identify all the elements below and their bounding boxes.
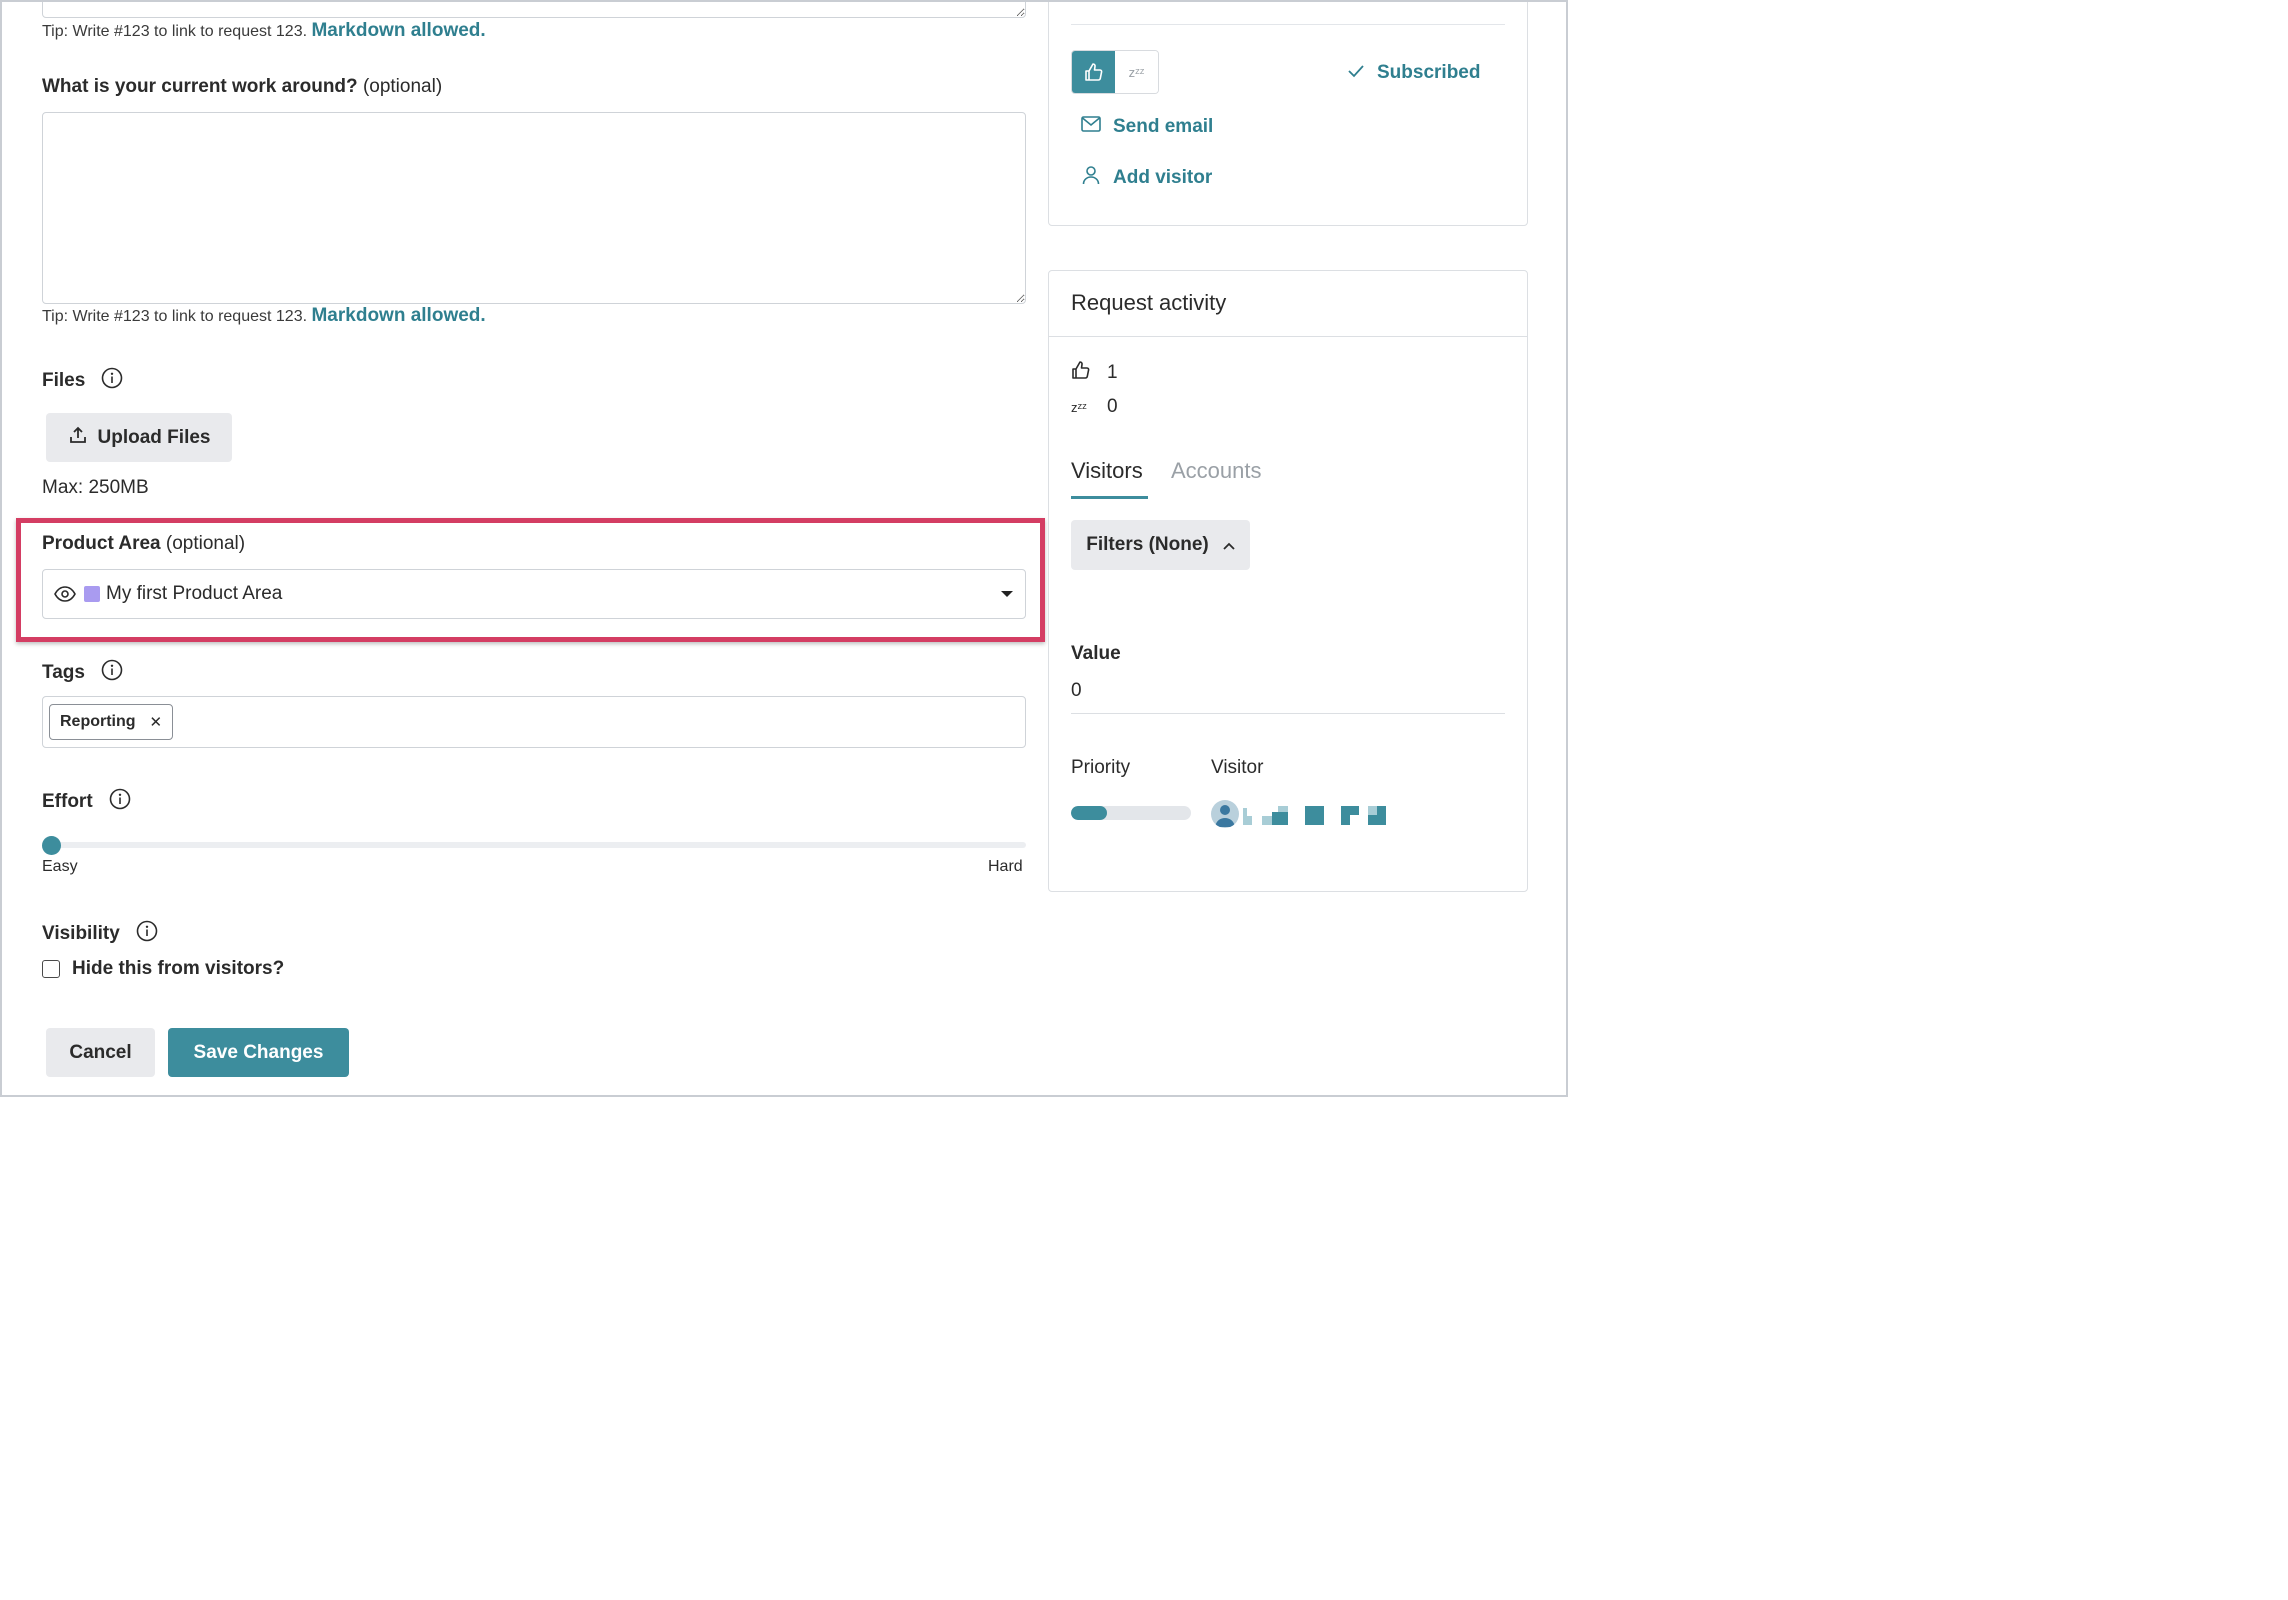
priority-bar-fill: [1071, 806, 1107, 820]
vote-toggle-group: zᶻᶻ: [1071, 50, 1159, 94]
snooze-button[interactable]: zᶻᶻ: [1115, 51, 1158, 93]
tip-label: Tip: Write #123 to link to request 123.: [42, 308, 308, 325]
close-icon[interactable]: ✕: [150, 713, 163, 731]
add-visitor-label: Add visitor: [1113, 167, 1213, 188]
product-area-select[interactable]: My first Product Area: [42, 569, 1026, 619]
tag-chip: Reporting ✕: [49, 704, 174, 740]
info-icon[interactable]: [109, 788, 131, 816]
optional-tag: (optional): [362, 76, 443, 97]
priority-bar: [1071, 806, 1191, 820]
chevron-down-icon: [1001, 591, 1013, 597]
send-email-link[interactable]: Send email: [1081, 116, 1213, 138]
tags-input[interactable]: Reporting ✕: [42, 696, 1026, 748]
visibility-label: Visibility: [42, 920, 158, 948]
effort-slider-track[interactable]: [52, 842, 1026, 848]
tip-text-1: Tip: Write #123 to link to request 123. …: [42, 20, 486, 42]
thumbs-up-icon: [1071, 360, 1091, 386]
product-area-color-swatch: [84, 586, 100, 602]
hide-from-visitors-checkbox[interactable]: [42, 960, 60, 978]
files-label: Files: [42, 367, 123, 395]
eye-icon: [54, 586, 76, 602]
hide-from-visitors-row: Hide this from visitors?: [42, 958, 284, 980]
send-email-label: Send email: [1113, 116, 1214, 137]
info-icon[interactable]: [101, 659, 123, 687]
effort-slider-handle[interactable]: [42, 836, 61, 855]
user-icon: [1081, 165, 1101, 191]
max-size-text: Max: 250MB: [42, 477, 149, 498]
thumbs-up-icon: [1084, 63, 1102, 81]
snooze-count: 0: [1107, 396, 1118, 417]
divider: [1049, 336, 1527, 337]
upvote-count: 1: [1107, 362, 1118, 383]
check-icon: [1347, 62, 1365, 84]
files-label-text: Files: [42, 370, 86, 391]
product-area-label-text: Product Area: [42, 533, 161, 554]
request-actions-card: [1048, 0, 1528, 226]
info-icon[interactable]: [136, 920, 158, 948]
mail-icon: [1081, 116, 1101, 138]
effort-label-text: Effort: [42, 791, 93, 812]
chevron-up-icon: [1223, 534, 1235, 556]
tab-visitors[interactable]: Visitors: [1071, 458, 1143, 484]
visitor-column-header: Visitor: [1211, 757, 1264, 778]
subscribed-label: Subscribed: [1377, 62, 1481, 83]
upvote-count-row: 1: [1071, 360, 1118, 386]
tags-label: Tags: [42, 659, 123, 687]
info-icon[interactable]: [101, 367, 123, 395]
thumbs-up-button[interactable]: [1072, 51, 1115, 93]
value-label: Value: [1071, 643, 1121, 664]
effort-max-label: Hard: [988, 858, 1023, 875]
markdown-link[interactable]: Markdown allowed.: [311, 305, 485, 326]
upload-files-button[interactable]: Upload Files: [46, 413, 232, 462]
request-activity-title: Request activity: [1071, 290, 1227, 315]
add-visitor-link[interactable]: Add visitor: [1081, 165, 1212, 191]
effort-label: Effort: [42, 788, 131, 816]
filters-label: Filters (None): [1086, 534, 1209, 555]
product-area-selected-value: My first Product Area: [106, 583, 283, 604]
workaround-label-text: What is your current work around?: [42, 76, 358, 97]
markdown-link[interactable]: Markdown allowed.: [311, 20, 485, 41]
active-tab-indicator: [1071, 496, 1148, 499]
tip-label: Tip: Write #123 to link to request 123.: [42, 23, 308, 40]
visibility-label-text: Visibility: [42, 923, 120, 944]
avatar: [1211, 800, 1239, 828]
hide-from-visitors-label: Hide this from visitors?: [72, 958, 285, 979]
priority-column-header: Priority: [1071, 757, 1131, 778]
tag-label: Reporting: [60, 713, 136, 730]
description-textarea[interactable]: [42, 0, 1026, 18]
upload-icon: [68, 425, 88, 451]
subscribed-toggle[interactable]: Subscribed: [1347, 62, 1480, 84]
snooze-icon: zᶻᶻ: [1128, 64, 1145, 80]
snooze-icon: zᶻᶻ: [1071, 399, 1087, 415]
filters-button[interactable]: Filters (None): [1071, 520, 1250, 570]
effort-min-label: Easy: [42, 858, 78, 875]
tab-accounts[interactable]: Accounts: [1171, 458, 1262, 484]
snooze-count-row: zᶻᶻ 0: [1071, 396, 1118, 418]
save-changes-button[interactable]: Save Changes: [168, 1028, 349, 1077]
request-activity-card: [1048, 270, 1528, 892]
workaround-label: What is your current work around? (optio…: [42, 76, 442, 98]
tip-text-2: Tip: Write #123 to link to request 123. …: [42, 305, 486, 327]
value-amount: 0: [1071, 680, 1082, 701]
divider: [1071, 24, 1505, 25]
product-area-label: Product Area (optional): [42, 533, 245, 555]
tags-label-text: Tags: [42, 662, 85, 683]
upload-files-label: Upload Files: [97, 426, 211, 448]
divider: [1071, 713, 1505, 714]
cancel-button[interactable]: Cancel: [46, 1028, 155, 1077]
optional-tag: (optional): [165, 533, 246, 554]
workaround-textarea[interactable]: [42, 112, 1026, 304]
